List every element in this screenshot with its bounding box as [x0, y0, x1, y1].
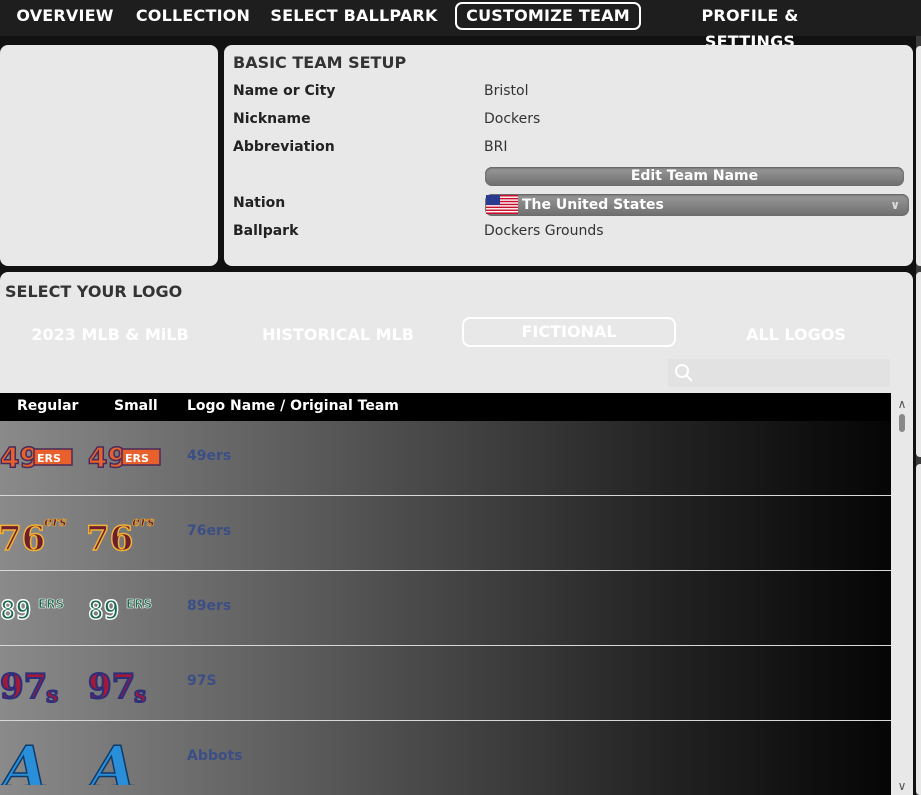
tab-historical-mlb[interactable]: HISTORICAL MLB — [248, 321, 428, 349]
svg-text:97: 97 — [0, 667, 47, 707]
abbots-logo-icon: A — [0, 733, 49, 785]
svg-text:89: 89 — [88, 596, 119, 626]
nickname-label: Nickname — [233, 111, 311, 127]
nav-tab-collection[interactable]: COLLECTION — [134, 3, 252, 29]
76ers-logo-icon: 76 ers — [0, 515, 67, 560]
logo-row-97s[interactable]: 97 s 97 s 97S — [0, 646, 891, 721]
svg-text:ers: ers — [132, 515, 155, 530]
logo-row-49ers[interactable]: 49 ERS 49 ERS 49ers — [0, 421, 891, 496]
right-panel-edge — [916, 36, 921, 795]
us-flag-icon — [486, 195, 518, 214]
name-value: Bristol — [484, 83, 529, 99]
search-icon — [675, 364, 693, 382]
svg-text:97: 97 — [88, 667, 135, 707]
49ers-small-logo-icon: 49 ERS — [88, 440, 161, 475]
name-label: Name or City — [233, 83, 336, 99]
nav-tab-overview[interactable]: OVERVIEW — [14, 3, 116, 29]
chevron-down-icon: ∨ — [890, 198, 900, 212]
team-preview-panel — [0, 45, 218, 266]
logo-list: 49 ERS 49 ERS 49ers 76 ers 76 ers 76ers — [0, 421, 891, 795]
setup-title: BASIC TEAM SETUP — [233, 53, 407, 72]
logo-list-scrollbar[interactable]: ∧ ∨ — [893, 393, 911, 795]
nav-tab-customize-team[interactable]: CUSTOMIZE TEAM — [455, 2, 641, 30]
logo-name: 89ers — [187, 598, 232, 614]
logo-row-76ers[interactable]: 76 ers 76 ers 76ers — [0, 496, 891, 571]
89ers-logo-icon: 89 ERS — [0, 595, 64, 626]
logo-name: 49ers — [187, 448, 232, 464]
ballpark-value: Dockers Grounds — [484, 223, 604, 239]
logo-search — [668, 359, 890, 387]
svg-text:s: s — [46, 682, 58, 708]
abbreviation-label: Abbreviation — [233, 139, 335, 155]
logo-name: 97S — [187, 673, 217, 689]
76ers-small-logo-icon: 76 ers — [88, 515, 155, 560]
edit-team-name-button[interactable]: Edit Team Name — [485, 167, 904, 186]
49ers-logo-icon: 49 ERS — [0, 440, 73, 475]
logo-row-abbots[interactable]: A A Abbots — [0, 721, 891, 795]
search-input[interactable] — [696, 362, 890, 384]
svg-text:76: 76 — [88, 519, 133, 559]
top-nav: OVERVIEW COLLECTION SELECT BALLPARK CUST… — [0, 0, 921, 51]
nation-label: Nation — [233, 195, 286, 211]
select-logo-panel: SELECT YOUR LOGO 2023 MLB & MiLB HISTORI… — [0, 272, 913, 795]
logo-row-89ers[interactable]: 89 ERS 89 ERS 89ers — [0, 571, 891, 646]
nav-tab-select-ballpark[interactable]: SELECT BALLPARK — [270, 3, 438, 29]
basic-team-setup-panel: BASIC TEAM SETUP Name or City Bristol Ni… — [224, 45, 913, 266]
nation-value: The United States — [522, 197, 664, 213]
logo-section-title: SELECT YOUR LOGO — [5, 282, 183, 301]
svg-text:ers: ers — [44, 515, 67, 530]
svg-text:ERS: ERS — [37, 452, 61, 465]
tab-all-logos[interactable]: ALL LOGOS — [706, 321, 886, 349]
97s-small-logo-icon: 97 s — [88, 666, 147, 709]
logo-name: 76ers — [187, 523, 232, 539]
scroll-down-icon[interactable]: ∨ — [894, 779, 910, 793]
abbreviation-value: BRI — [484, 139, 508, 155]
nickname-value: Dockers — [484, 111, 541, 127]
svg-text:A: A — [88, 734, 137, 785]
svg-text:49: 49 — [0, 441, 39, 474]
svg-text:ERS: ERS — [38, 597, 64, 611]
abbots-small-logo-icon: A — [88, 733, 137, 785]
svg-text:ERS: ERS — [126, 597, 152, 611]
col-logo-name[interactable]: Logo Name / Original Team — [187, 398, 399, 414]
svg-text:49: 49 — [88, 441, 127, 474]
svg-text:A: A — [0, 734, 49, 785]
tab-2023-mlb-milb[interactable]: 2023 MLB & MiLB — [20, 321, 200, 349]
svg-text:89: 89 — [0, 596, 31, 626]
svg-text:s: s — [134, 682, 146, 708]
logo-table-header: Regular Small Logo Name / Original Team — [0, 393, 891, 421]
scroll-up-icon[interactable]: ∧ — [894, 397, 910, 411]
svg-text:ERS: ERS — [125, 452, 149, 465]
svg-text:76: 76 — [0, 519, 45, 559]
logo-name: Abbots — [187, 748, 243, 764]
tab-fictional[interactable]: FICTIONAL — [462, 317, 676, 347]
col-regular[interactable]: Regular — [17, 398, 78, 414]
89ers-small-logo-icon: 89 ERS — [88, 595, 152, 626]
97s-logo-icon: 97 s — [0, 666, 59, 709]
scroll-thumb[interactable] — [899, 414, 905, 432]
nation-select[interactable]: The United States ∨ — [485, 194, 909, 216]
col-small[interactable]: Small — [114, 398, 158, 414]
nav-tab-profile-settings[interactable]: PROFILE & SETTINGS — [656, 3, 844, 51]
ballpark-label: Ballpark — [233, 223, 299, 239]
